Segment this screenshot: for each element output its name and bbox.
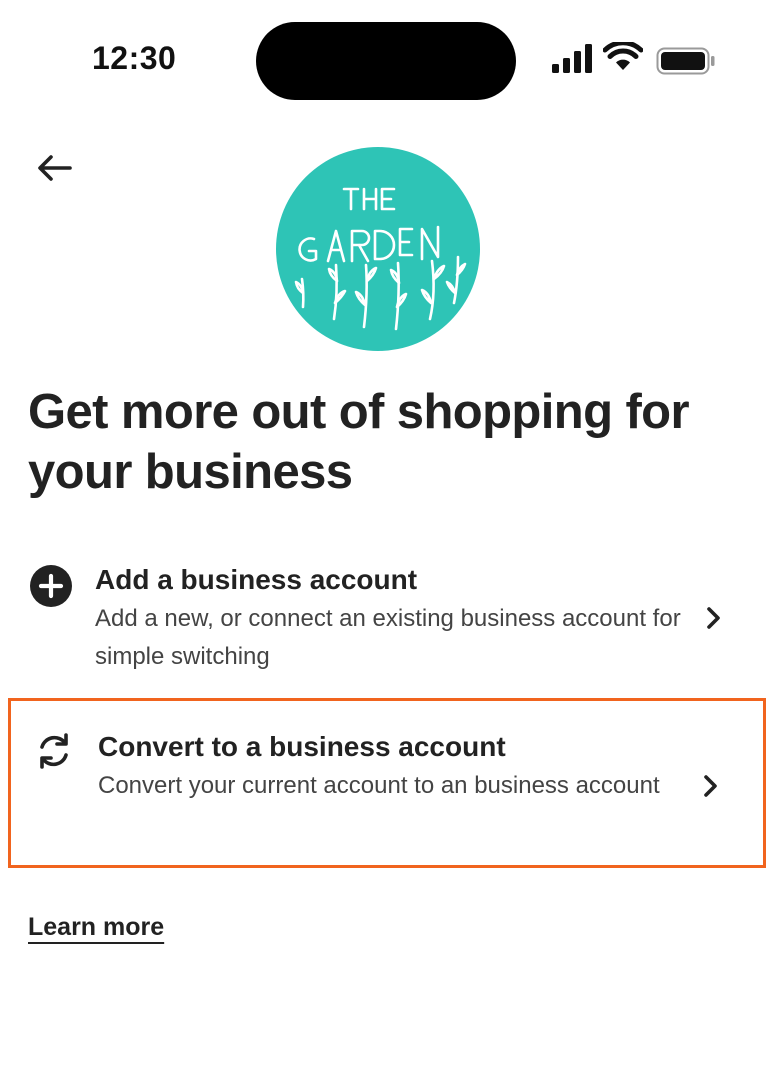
add-business-account-option[interactable]: Add a business account Add a new, or con…	[8, 552, 766, 684]
page-title: Get more out of shopping for your busine…	[28, 385, 690, 499]
learn-more-link[interactable]: Learn more	[28, 913, 164, 942]
battery-icon	[656, 47, 715, 75]
status-bar: 12:30	[0, 0, 772, 120]
arrow-left-icon	[38, 155, 72, 181]
option-description: Add a new, or connect an existing busine…	[95, 605, 681, 670]
shop-logo	[276, 147, 480, 351]
refresh-icon	[33, 730, 75, 772]
cellular-signal-icon	[552, 44, 592, 73]
plus-circle-icon	[30, 565, 72, 607]
option-title: Add a business account	[95, 564, 418, 595]
status-time: 12:30	[92, 40, 177, 76]
wifi-icon	[603, 42, 643, 70]
convert-business-account-option[interactable]: Convert to a business account Convert yo…	[8, 698, 766, 868]
option-description: Convert your current account to an busin…	[98, 772, 660, 799]
option-title: Convert to a business account	[98, 731, 506, 762]
chevron-right-icon	[702, 603, 726, 633]
back-button[interactable]	[28, 146, 80, 190]
dynamic-island	[256, 22, 516, 100]
chevron-right-icon	[699, 771, 723, 801]
